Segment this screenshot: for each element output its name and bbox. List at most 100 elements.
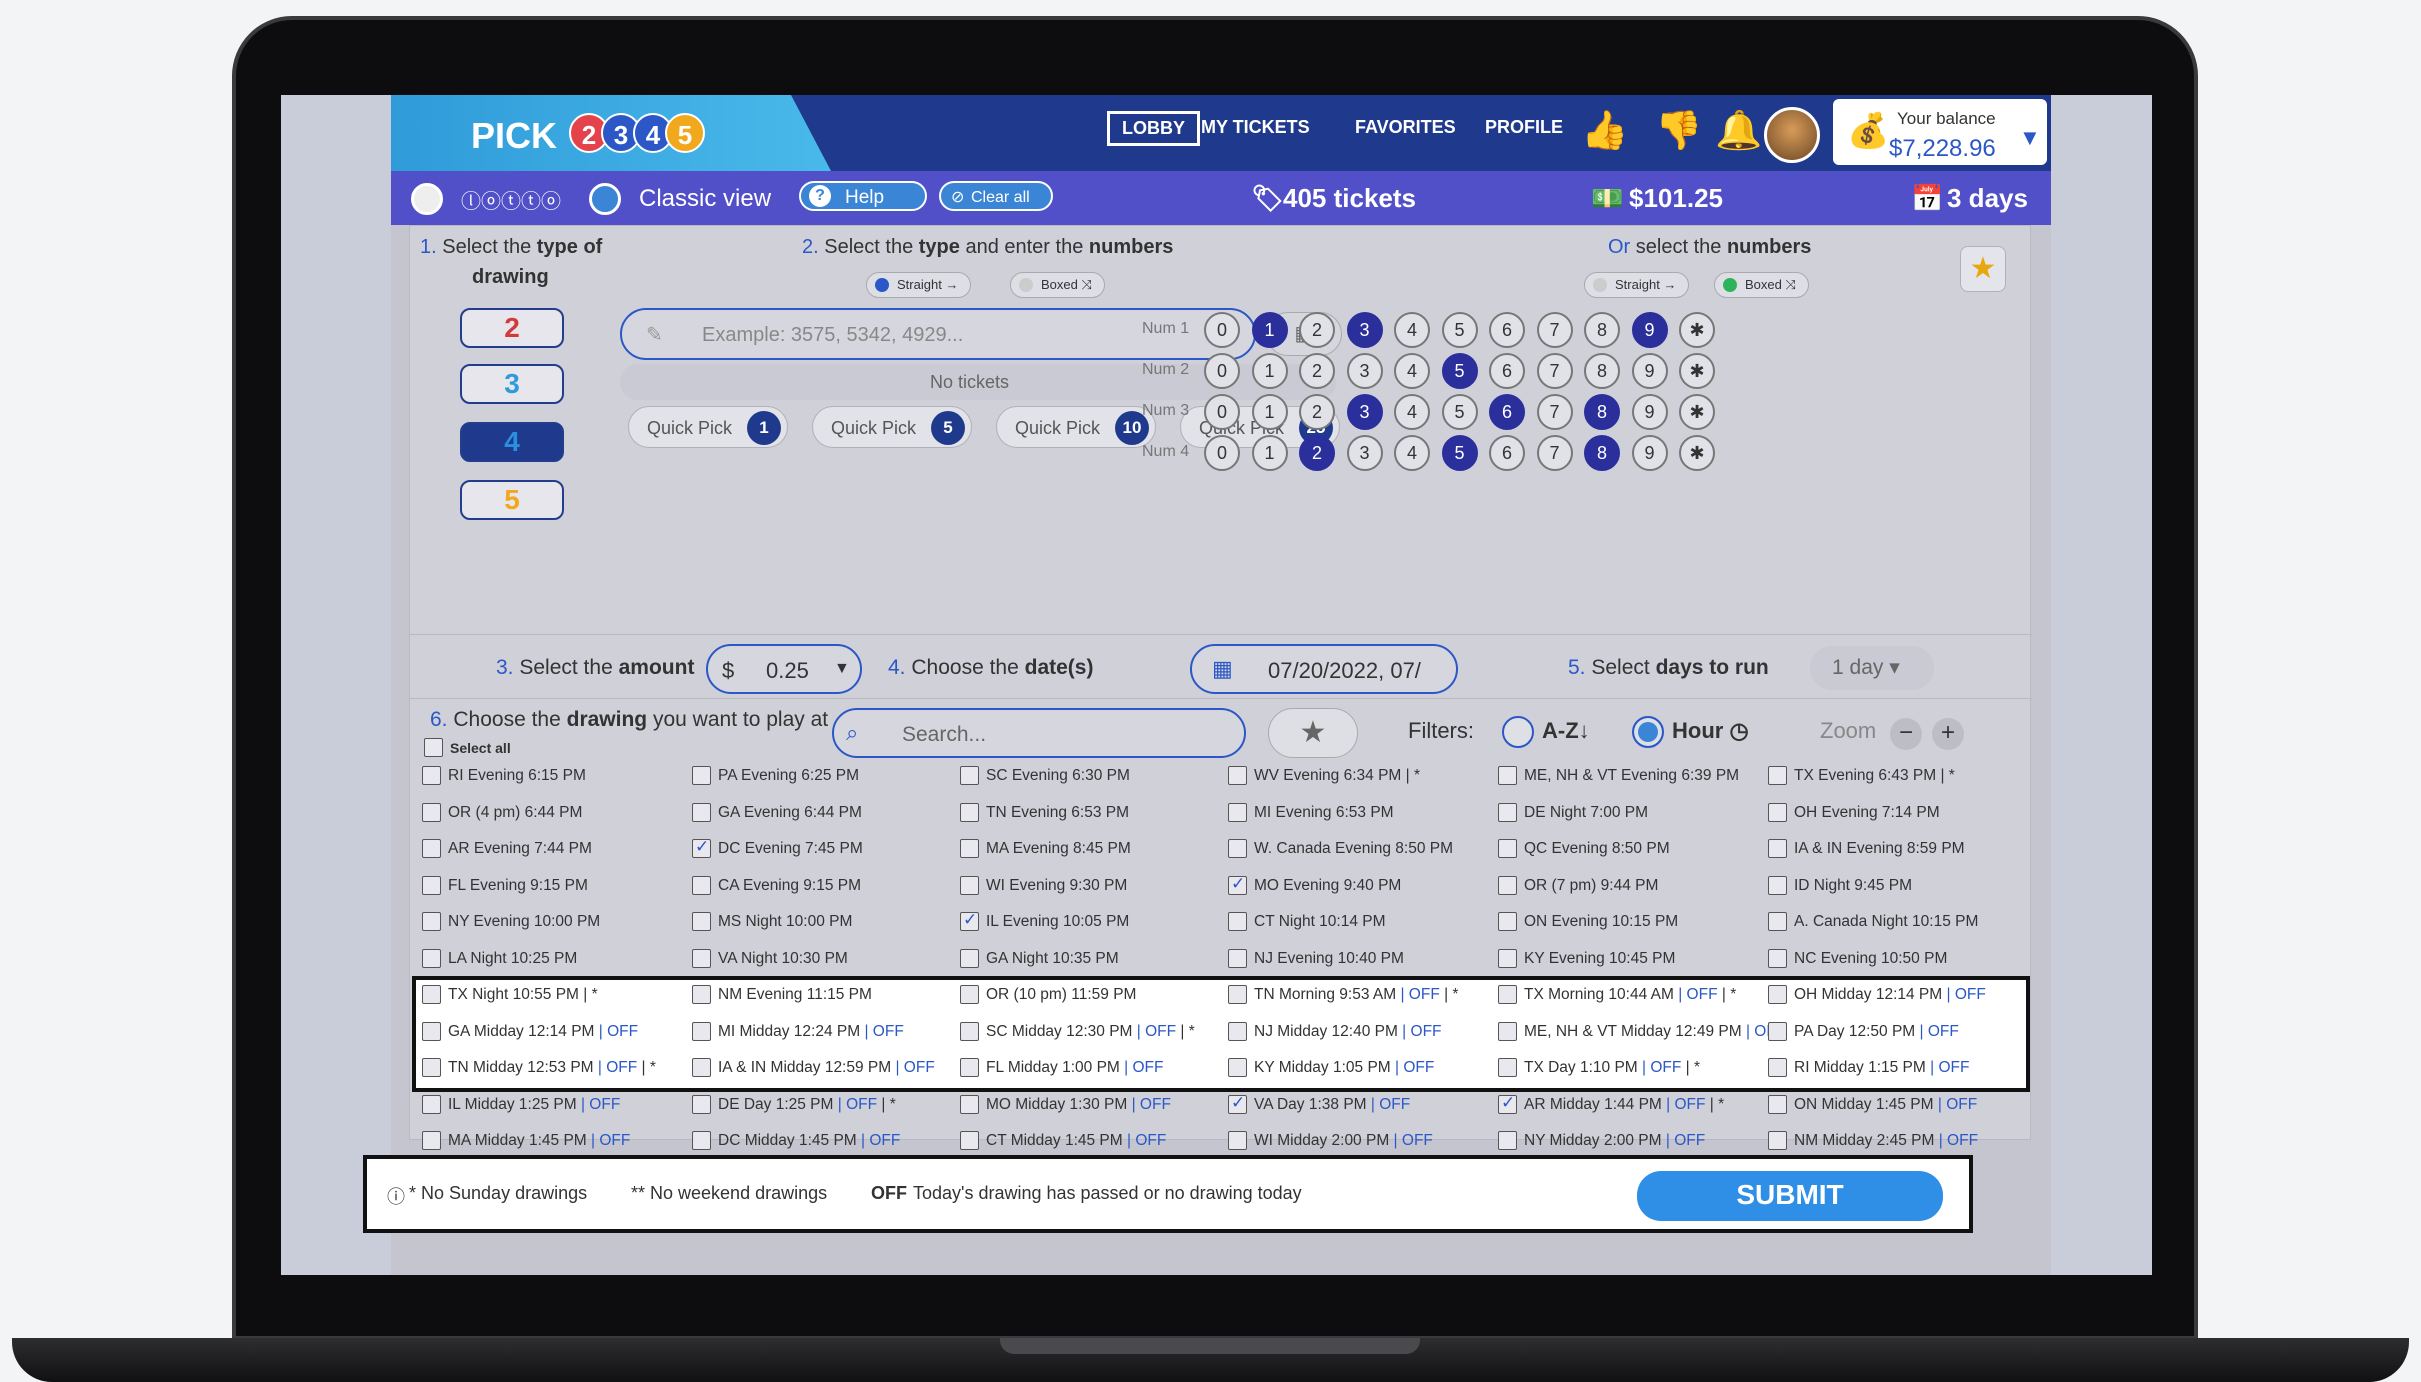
drawing-checkbox[interactable] [1768,948,1787,968]
quick-pick-10-button[interactable]: Quick Pick 10 [996,406,1156,448]
drawing-checkbox[interactable] [960,948,979,968]
wildcard-ball[interactable]: ✱ [1679,394,1715,430]
drawing-checkbox[interactable] [960,1058,979,1077]
drawing-checkbox[interactable] [692,837,711,858]
drawing-checkbox[interactable] [422,1131,441,1150]
number-ball[interactable]: 3 [1346,435,1383,471]
drawing-checkbox[interactable] [1228,985,1247,1004]
number-ball[interactable]: 1 [1251,394,1288,430]
number-ball[interactable]: 3 [1346,353,1383,389]
drawing-checkbox[interactable] [1768,839,1787,858]
drawing-checkbox[interactable] [692,912,711,931]
drawing-checkbox[interactable] [1768,985,1787,1004]
thumbs-down-icon[interactable]: 👎 [1655,109,1702,153]
number-ball[interactable]: 5 [1441,353,1478,389]
pick4-button[interactable]: 4 [460,422,564,462]
number-ball[interactable]: 6 [1489,312,1525,348]
drawing-checkbox[interactable] [1498,1058,1517,1077]
drawing-checkbox[interactable] [960,1094,979,1114]
balance-box[interactable]: 💰 Your balance $7,228.96 ▼ [1833,99,2047,165]
drawing-checkbox[interactable] [1228,948,1247,968]
number-ball[interactable]: 8 [1584,353,1620,389]
clear-all-button[interactable]: ⊘ Clear all [939,181,1053,211]
drawing-checkbox[interactable] [1768,1094,1787,1114]
drawing-checkbox[interactable] [1498,912,1517,931]
az-radio[interactable] [1502,716,1534,748]
number-ball[interactable]: 9 [1631,394,1668,430]
drawing-checkbox[interactable] [422,985,441,1004]
number-ball[interactable]: 4 [1394,394,1430,430]
number-ball[interactable]: 4 [1394,353,1430,389]
wildcard-ball[interactable]: ✱ [1679,312,1715,348]
number-ball[interactable]: 2 [1299,312,1335,348]
number-ball[interactable]: 6 [1489,435,1525,471]
classic-view-toggle[interactable] [589,183,621,215]
drawing-checkbox[interactable] [1768,802,1787,822]
drawing-checkbox[interactable] [422,802,441,822]
drawing-checkbox[interactable] [1228,874,1247,895]
drawing-checkbox[interactable] [1768,1021,1787,1041]
number-ball[interactable]: 7 [1536,394,1573,430]
drawing-checkbox[interactable] [692,1021,711,1041]
drawing-checkbox[interactable] [960,875,979,895]
drawing-checkbox[interactable] [1498,766,1517,785]
drawing-checkbox[interactable] [1228,912,1247,931]
straight-pill[interactable]: Straight → [866,272,972,298]
number-ball[interactable]: 1 [1251,435,1288,471]
drawing-checkbox[interactable] [1228,766,1247,785]
thumbs-up-icon[interactable]: 👍 [1581,109,1628,153]
number-ball[interactable]: 0 [1204,435,1240,471]
drawing-checkbox[interactable] [422,839,441,858]
avatar[interactable] [1764,107,1820,163]
drawing-checkbox[interactable] [1768,912,1787,931]
drawing-checkbox[interactable] [692,1058,711,1077]
drawing-checkbox[interactable] [1768,1058,1787,1077]
drawing-checkbox[interactable] [1498,1093,1517,1114]
drawing-checkbox[interactable] [1228,1093,1247,1114]
drawing-checkbox[interactable] [960,985,979,1004]
drawing-checkbox[interactable] [1498,802,1517,822]
select-all-checkbox[interactable] [424,738,443,757]
drawing-checkbox[interactable] [1498,1131,1517,1150]
number-ball[interactable]: 8 [1584,312,1620,348]
nav-lobby[interactable]: LOBBY [1107,111,1200,146]
bell-icon[interactable]: 🔔 [1715,109,1762,153]
drawing-checkbox[interactable] [422,1094,441,1114]
number-ball[interactable]: 7 [1536,353,1573,389]
drawing-checkbox[interactable] [1498,875,1517,895]
drawing-checkbox[interactable] [692,1131,711,1150]
hour-radio[interactable] [1632,716,1664,748]
drawing-checkbox[interactable] [1498,1021,1517,1041]
date-picker[interactable]: ▦ 07/20/2022, 07/ [1190,644,1458,694]
pick2-button[interactable]: 2 [460,308,564,348]
number-ball[interactable]: 7 [1536,312,1573,348]
number-ball[interactable]: 2 [1299,353,1335,389]
boxed-pill[interactable]: Boxed ⤨ [1010,272,1105,298]
drawing-checkbox[interactable] [422,1058,441,1077]
number-ball[interactable]: 3 [1346,394,1383,430]
zoom-out-button[interactable]: − [1890,718,1922,750]
drawing-checkbox[interactable] [960,1021,979,1041]
number-ball[interactable]: 5 [1441,435,1478,471]
drawing-checkbox[interactable] [1228,1058,1247,1077]
zoom-in-button[interactable]: + [1932,718,1964,750]
drawing-checkbox[interactable] [422,1021,441,1041]
number-ball[interactable]: 2 [1299,394,1335,430]
drawing-checkbox[interactable] [1768,875,1787,895]
number-ball[interactable]: 1 [1251,353,1288,389]
drawing-checkbox[interactable] [1228,1021,1247,1041]
number-ball[interactable]: 7 [1536,435,1573,471]
drawing-checkbox[interactable] [1228,802,1247,822]
number-ball[interactable]: 9 [1631,312,1668,348]
drawing-checkbox[interactable] [692,948,711,968]
lotto-toggle[interactable] [411,183,443,215]
number-ball[interactable]: 6 [1489,394,1525,430]
quick-pick-5-button[interactable]: Quick Pick 5 [812,406,972,448]
wildcard-ball[interactable]: ✱ [1679,353,1715,389]
drawing-checkbox[interactable] [422,766,441,785]
drawing-checkbox[interactable] [422,912,441,931]
help-button[interactable]: ? Help [799,181,927,211]
drawing-checkbox[interactable] [1768,766,1787,785]
number-ball[interactable]: 1 [1251,312,1288,348]
drawing-checkbox[interactable] [692,985,711,1004]
